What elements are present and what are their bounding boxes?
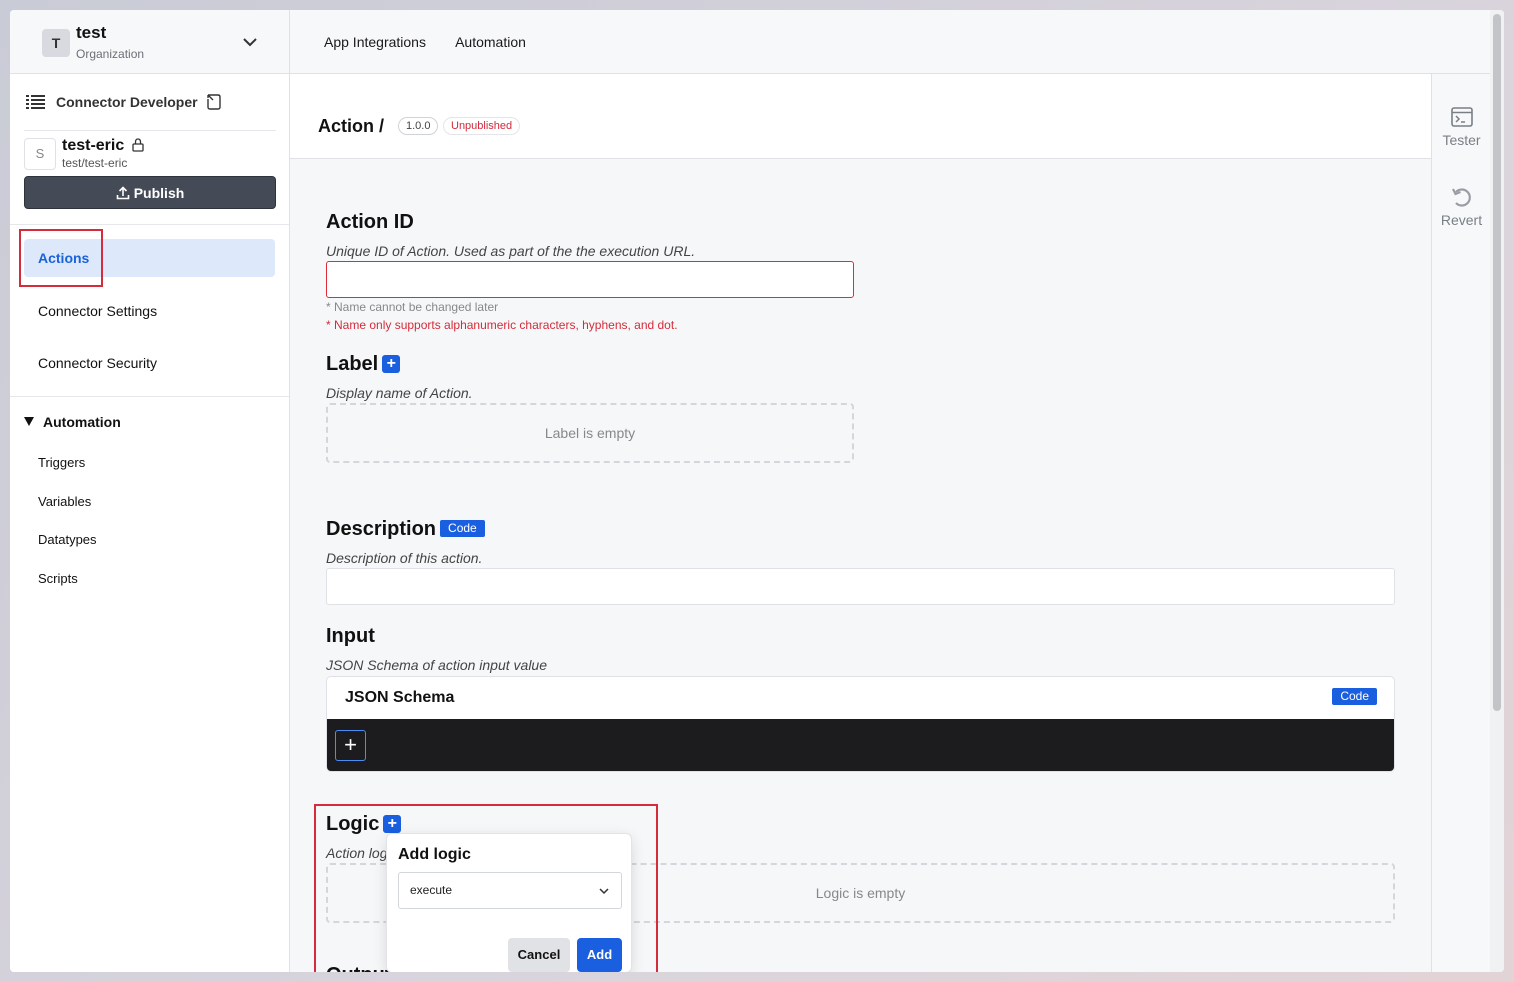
json-schema-editor: +	[327, 719, 1394, 771]
org-subtitle: Organization	[76, 47, 145, 61]
main-content: Action / 1.0.0 Unpublished Action ID Uni…	[290, 74, 1431, 972]
highlight-box-actions	[19, 229, 103, 287]
logic-empty-text: Logic is empty	[815, 885, 906, 901]
logic-type-select[interactable]: execute	[398, 872, 622, 909]
logic-type-value: execute	[410, 883, 453, 897]
upload-icon	[116, 186, 130, 200]
revert-label: Revert	[1440, 212, 1483, 228]
action-header: Action / 1.0.0 Unpublished	[290, 74, 1431, 159]
divider	[24, 130, 276, 131]
connector-name: test-eric	[62, 137, 125, 154]
org-switcher[interactable]: T test Organization	[10, 10, 290, 73]
description-code-toggle[interactable]: Code	[440, 520, 485, 537]
terminal-icon	[1450, 107, 1473, 127]
publish-button[interactable]: Publish	[24, 176, 276, 209]
version-badge: 1.0.0	[398, 117, 439, 135]
label-title: Label	[326, 353, 379, 375]
add-label-button[interactable]: +	[382, 355, 401, 373]
publish-label: Publish	[133, 185, 185, 201]
action-id-error: * Name only supports alphanumeric charac…	[326, 318, 678, 332]
right-tool-panel: Tester Revert	[1431, 74, 1490, 972]
sidebar-item-variables[interactable]: Variables	[38, 494, 91, 509]
action-id-description: Unique ID of Action. Used as part of the…	[326, 243, 696, 259]
add-logic-popover: Add logic execute Cancel Add	[386, 833, 632, 972]
top-nav: App Integrations Automation	[324, 34, 552, 50]
sidebar-item-connector-settings[interactable]: Connector Settings	[38, 303, 157, 319]
revert-button[interactable]: Revert	[1432, 186, 1491, 228]
tester-label: Tester	[1442, 132, 1481, 148]
automation-heading: Automation	[43, 414, 121, 430]
status-badge: Unpublished	[443, 117, 521, 135]
sidebar-item-scripts[interactable]: Scripts	[38, 571, 78, 586]
description-description: Description of this action.	[326, 550, 483, 566]
org-name: test	[76, 23, 107, 42]
caret-down-icon	[24, 417, 34, 426]
tester-button[interactable]: Tester	[1432, 106, 1491, 148]
chevron-down-icon	[599, 888, 609, 895]
connector-avatar: S	[24, 138, 56, 170]
action-id-title: Action ID	[326, 211, 414, 233]
json-schema-code-toggle[interactable]: Code	[1332, 688, 1377, 705]
topnav-app-integrations[interactable]: App Integrations	[324, 34, 426, 50]
label-description: Display name of Action.	[326, 385, 473, 401]
add-button[interactable]: Add	[577, 938, 622, 972]
sidebar-item-datatypes[interactable]: Datatypes	[38, 532, 97, 547]
sidebar-item-triggers[interactable]: Triggers	[38, 455, 85, 470]
breadcrumb: Action /	[318, 116, 384, 136]
list-icon	[26, 95, 45, 109]
automation-section-toggle[interactable]: Automation	[24, 414, 121, 430]
cancel-button[interactable]: Cancel	[508, 938, 570, 972]
org-avatar: T	[42, 29, 70, 57]
label-section-header: Label +	[326, 353, 401, 376]
input-description: JSON Schema of action input value	[326, 657, 548, 673]
app-window: T test Organization App Integrations Aut…	[10, 10, 1504, 972]
description-title: Description	[326, 518, 437, 540]
input-title: Input	[326, 625, 375, 647]
top-bar: T test Organization App Integrations Aut…	[10, 10, 1490, 74]
undo-icon	[1451, 188, 1471, 207]
json-schema-card: JSON Schema Code +	[326, 676, 1395, 772]
json-schema-code-toggle-wrap: Code	[1332, 688, 1377, 708]
topnav-automation[interactable]: Automation	[455, 34, 526, 50]
divider	[10, 224, 289, 225]
action-id-input[interactable]	[326, 261, 854, 298]
scrollbar-thumb[interactable]	[1493, 14, 1501, 711]
sidebar: Connector Developer S test-eric test/tes…	[10, 74, 290, 972]
add-logic-title: Add logic	[398, 846, 471, 863]
connector-path: test/test-eric	[62, 156, 128, 170]
lock-icon	[132, 138, 144, 152]
json-schema-title: JSON Schema	[345, 689, 455, 706]
add-schema-field-button[interactable]: +	[335, 730, 366, 761]
connector-developer-title: Connector Developer	[56, 94, 198, 110]
divider	[10, 396, 289, 397]
label-empty-text: Label is empty	[544, 425, 636, 441]
description-section-header: Description Code	[326, 518, 485, 541]
sidebar-item-connector-security[interactable]: Connector Security	[38, 355, 157, 371]
chevron-down-icon[interactable]	[240, 32, 260, 52]
action-id-hint: * Name cannot be changed later	[326, 300, 499, 314]
label-empty-box: Label is empty	[326, 403, 854, 463]
description-input[interactable]	[326, 568, 1395, 605]
external-link-icon[interactable]	[206, 93, 222, 111]
